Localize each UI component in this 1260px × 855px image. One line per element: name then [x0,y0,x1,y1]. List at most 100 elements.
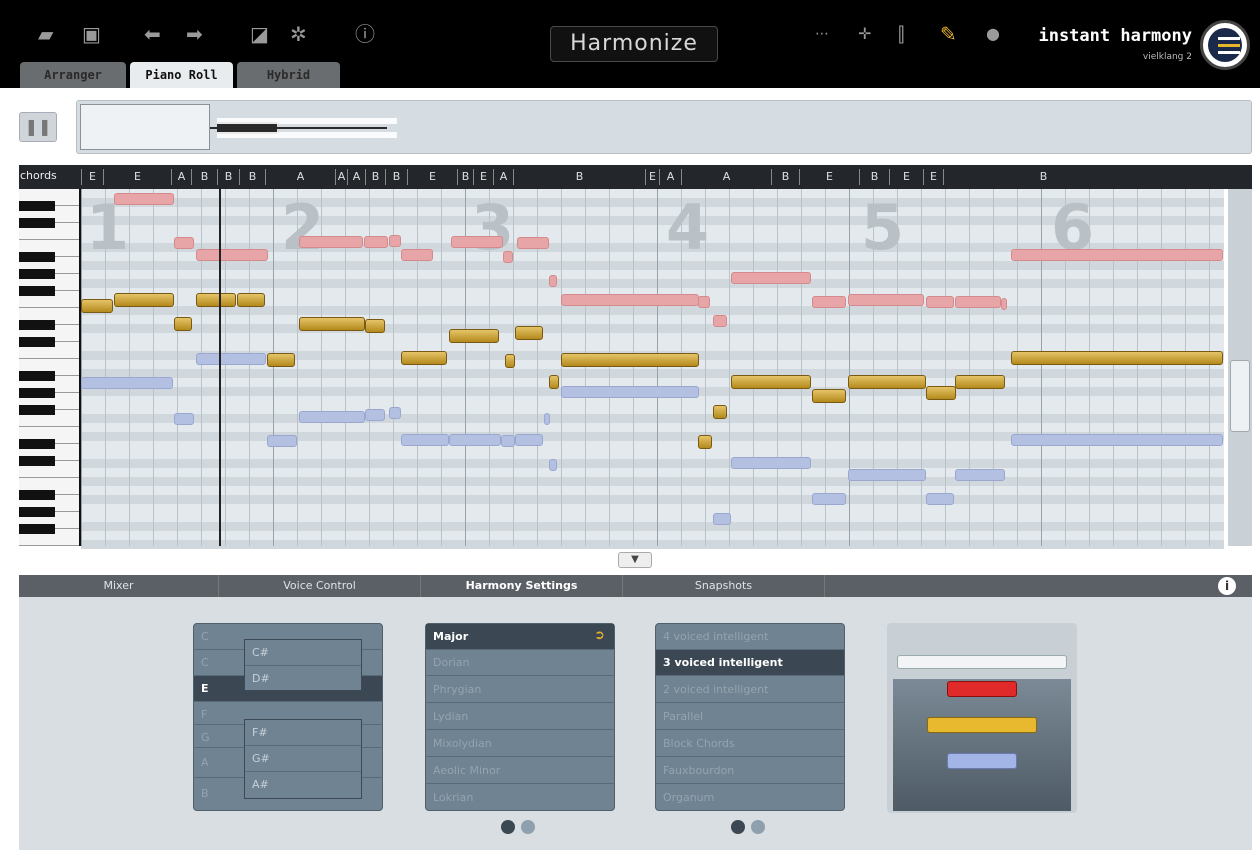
upper-voice-note[interactable] [955,296,1001,308]
chord-cell[interactable]: E [799,169,859,185]
voicing-item[interactable]: Parallel [656,704,844,730]
black-key[interactable] [19,286,55,296]
scale-item[interactable]: Phrygian [426,677,614,703]
black-key[interactable] [19,252,55,262]
lead-note[interactable] [731,375,811,389]
lower-voice-note[interactable] [713,513,731,525]
lower-voice-note[interactable] [449,434,501,446]
lead-note[interactable] [365,319,385,333]
lower-voice-note[interactable] [501,435,515,447]
upper-voice-note[interactable] [731,272,811,284]
upper-voice-note[interactable] [174,237,194,249]
upper-voice-note[interactable] [848,294,924,306]
chord-cell[interactable]: B [943,169,1143,185]
lower-voice-note[interactable] [365,409,385,421]
black-key[interactable] [19,320,55,330]
chord-cell[interactable]: E [407,169,457,185]
chord-cell[interactable]: E [473,169,493,185]
playhead[interactable] [219,189,221,546]
chord-cell[interactable]: B [239,169,265,185]
scale-item[interactable]: Mixolydian [426,731,614,757]
voice-gold[interactable] [927,717,1037,733]
upper-voice-note[interactable] [926,296,954,308]
tab-piano-roll[interactable]: Piano Roll [130,62,233,88]
key-item-sharp[interactable]: A# [245,772,361,798]
lower-voice-note[interactable] [731,457,811,469]
upper-voice-note[interactable] [114,193,174,205]
upper-voice-note[interactable] [364,236,388,248]
key-item-sharp[interactable]: F# [245,720,361,746]
lower-voice-note[interactable] [955,469,1005,481]
chord-cell[interactable]: B [513,169,645,185]
chord-cell[interactable]: E [81,169,103,185]
lead-note[interactable] [505,354,515,368]
black-key[interactable] [19,439,55,449]
upper-voice-note[interactable] [698,296,710,308]
key-selector[interactable]: C C E F G A B C# D# F# G# A# [193,623,383,811]
collapse-panel-button[interactable]: ▼ [618,552,652,568]
tab-hybrid[interactable]: Hybrid [237,62,340,88]
upper-voice-note[interactable] [401,249,433,261]
help-icon[interactable]: ⓘ [355,22,375,46]
voice-red[interactable] [947,681,1017,697]
link-icon[interactable]: ✎ [940,22,957,46]
lead-note[interactable] [299,317,365,331]
lower-voice-note[interactable] [549,459,557,471]
chord-cell[interactable]: E [645,169,659,185]
tab-mixer[interactable]: Mixer [19,575,219,597]
chord-cell[interactable]: E [923,169,943,185]
black-key[interactable] [19,371,55,381]
chord-cell[interactable]: B [771,169,799,185]
tab-voice-control[interactable]: Voice Control [219,575,421,597]
voice-slider-top[interactable] [897,655,1067,669]
black-key[interactable] [19,507,55,517]
upper-voice-note[interactable] [713,315,727,327]
scale-item-selected[interactable]: Major [426,624,614,650]
lower-voice-note[interactable] [196,353,266,365]
tab-snapshots[interactable]: Snapshots [623,575,825,597]
black-key[interactable] [19,201,55,211]
chord-cell[interactable]: B [385,169,407,185]
key-item-sharp[interactable]: D# [245,666,361,692]
lead-note[interactable] [449,329,499,343]
page-dot[interactable] [521,820,535,834]
tab-arranger[interactable]: Arranger [20,62,126,88]
lead-note[interactable] [174,317,192,331]
lead-note[interactable] [713,405,727,419]
page-dot-active[interactable] [731,820,745,834]
lead-note[interactable] [196,293,236,307]
lead-note[interactable] [114,293,174,307]
lead-note[interactable] [267,353,295,367]
lead-note[interactable] [955,375,1005,389]
upper-voice-note[interactable] [812,296,846,308]
stretch-icon[interactable]: ⋯ [815,22,829,46]
lower-voice-note[interactable] [174,413,194,425]
lead-note[interactable] [926,386,956,400]
note-grid[interactable]: 123456 [81,189,1224,549]
key-item-sharp[interactable]: G# [245,746,361,772]
page-dot[interactable] [751,820,765,834]
chord-cell[interactable]: A [335,169,347,185]
lead-note[interactable] [812,389,846,403]
chord-cell[interactable]: A [659,169,681,185]
upper-voice-note[interactable] [503,251,513,263]
upper-voice-note[interactable] [1011,249,1223,261]
voice-blue[interactable] [947,753,1017,769]
lead-note[interactable] [515,326,543,340]
lower-voice-note[interactable] [299,411,365,423]
undo-icon[interactable]: ⬅ [144,22,161,46]
save-icon[interactable]: ▣ [82,22,101,46]
black-key[interactable] [19,337,55,347]
tab-harmony-settings[interactable]: Harmony Settings [421,575,623,597]
upper-voice-note[interactable] [517,237,549,249]
waveform-overview[interactable] [76,100,1252,154]
black-key[interactable] [19,269,55,279]
chord-cell[interactable]: A [265,169,335,185]
pause-button[interactable]: ❚❚ [19,112,57,142]
upper-voice-note[interactable] [389,235,401,247]
lower-voice-note[interactable] [848,469,926,481]
chord-cell[interactable]: A [171,169,191,185]
scale-item[interactable]: Aeolic Minor [426,758,614,784]
lead-note[interactable] [237,293,265,307]
scale-item[interactable]: Lokrian [426,785,614,811]
